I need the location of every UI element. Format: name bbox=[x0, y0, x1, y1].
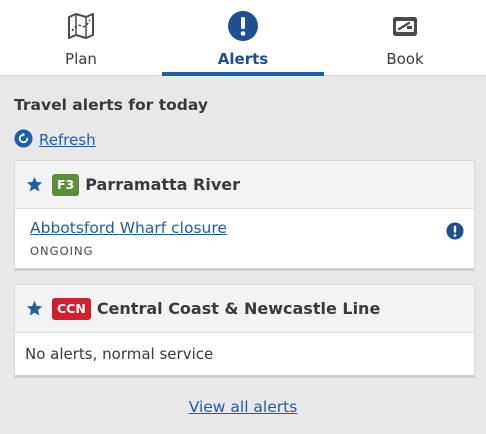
star-icon[interactable] bbox=[25, 300, 43, 318]
alert-item: Abbotsford Wharf closure ONGOING bbox=[15, 209, 474, 268]
info-alert-icon bbox=[446, 222, 464, 240]
tab-plan[interactable]: Plan bbox=[0, 0, 162, 75]
star-icon[interactable] bbox=[25, 176, 43, 194]
line-card-f3: F3 Parramatta River Abbotsford Wharf clo… bbox=[14, 160, 475, 271]
tab-alerts-label: Alerts bbox=[217, 50, 269, 68]
line-card-ccn: CCN Central Coast & Newcastle Line No al… bbox=[14, 284, 475, 378]
ticket-icon bbox=[388, 9, 422, 43]
view-all-container: View all alerts bbox=[0, 397, 486, 416]
alert-icon bbox=[226, 9, 260, 43]
line-card-header: CCN Central Coast & Newcastle Line bbox=[15, 285, 474, 333]
line-card-header: F3 Parramatta River bbox=[15, 161, 474, 209]
no-alerts-message: No alerts, normal service bbox=[25, 345, 214, 363]
tab-alerts[interactable]: Alerts bbox=[162, 0, 324, 76]
map-icon bbox=[64, 9, 98, 43]
refresh-icon bbox=[14, 128, 33, 152]
alert-status: ONGOING bbox=[30, 244, 94, 258]
line-badge-f3: F3 bbox=[52, 173, 80, 196]
alert-link[interactable]: Abbotsford Wharf closure bbox=[30, 219, 458, 237]
tab-book-label: Book bbox=[386, 50, 424, 68]
line-name: Central Coast & Newcastle Line bbox=[96, 299, 381, 318]
page-title: Travel alerts for today bbox=[14, 96, 208, 114]
view-all-alerts-link[interactable]: View all alerts bbox=[189, 398, 298, 416]
tab-plan-label: Plan bbox=[65, 50, 97, 68]
line-badge-ccn: CCN bbox=[52, 297, 91, 320]
refresh-button[interactable]: Refresh bbox=[14, 128, 96, 152]
refresh-label: Refresh bbox=[39, 131, 96, 149]
tab-book[interactable]: Book bbox=[324, 0, 486, 75]
tab-bar: Plan Alerts Book bbox=[0, 0, 486, 76]
line-name: Parramatta River bbox=[85, 175, 241, 194]
